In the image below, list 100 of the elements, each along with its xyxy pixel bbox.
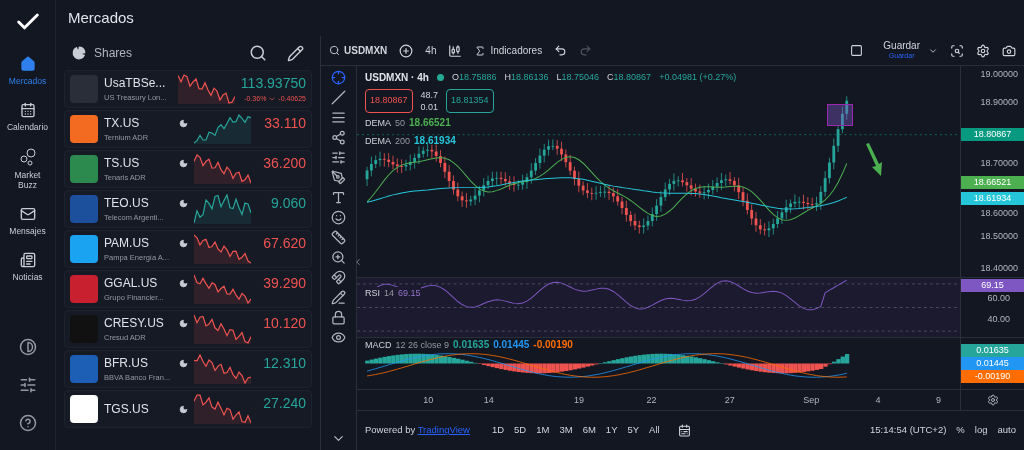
nodes-icon[interactable] <box>331 130 346 145</box>
macd-badge: 0.01445 <box>961 357 1024 370</box>
symbol-label: TS.US <box>104 155 140 173</box>
pencil-icon[interactable] <box>331 290 346 305</box>
page-title: Mercados <box>67 7 135 28</box>
rsi-badge: 69.15 <box>961 279 1024 292</box>
spread-value: 48.7 <box>420 89 439 101</box>
study-param: 12 26 close 9 <box>395 339 450 352</box>
lines-icon[interactable] <box>331 110 346 125</box>
price-value: 113.93750 <box>240 74 306 93</box>
study-value: 18.61934 <box>414 134 456 148</box>
study-value: -0.00190 <box>533 339 573 352</box>
time-tick: Sep <box>803 394 820 407</box>
undo-icon[interactable] <box>554 44 568 57</box>
market-row[interactable]: TGS.US 27.240 <box>64 390 312 428</box>
tradingview-link[interactable]: TradingView <box>417 424 470 436</box>
settings-icon[interactable] <box>976 43 990 58</box>
symbol-label: PAM.US <box>104 235 150 253</box>
range-button[interactable]: 3M <box>559 423 573 438</box>
price-value: 9.060 <box>270 194 306 213</box>
add-icon[interactable] <box>399 43 414 58</box>
macd-badge: 0.01635 <box>961 344 1024 357</box>
range-button[interactable]: 5Y <box>627 423 640 438</box>
sell-price[interactable]: 18.80867 <box>365 89 413 113</box>
macd-badge: -0.00190 <box>961 370 1024 383</box>
mail-icon <box>19 206 36 222</box>
spread-value: 0.01 <box>420 101 439 113</box>
layout-icon[interactable] <box>850 44 864 57</box>
nav-item[interactable]: Noticias <box>0 244 55 290</box>
camera-icon[interactable] <box>1002 43 1016 58</box>
calendar-icon <box>19 102 36 118</box>
lock-icon[interactable] <box>331 310 346 325</box>
symbol-label: GGAL.US <box>104 275 158 293</box>
arrow-drawing <box>863 142 884 178</box>
text-icon[interactable] <box>331 190 346 205</box>
sliders-icon[interactable] <box>18 376 37 394</box>
nav-item[interactable]: Calendario <box>0 94 55 140</box>
line-icon[interactable] <box>331 90 346 105</box>
bubbles-icon <box>18 148 37 166</box>
pie-chart-icon <box>72 46 86 60</box>
range-button[interactable]: 5D <box>514 423 527 438</box>
price-tick: 18.40000 <box>980 262 1018 275</box>
magnet-icon[interactable] <box>331 270 346 285</box>
contrast-icon[interactable] <box>18 338 37 356</box>
nav-item[interactable]: Market Buzz <box>0 140 55 198</box>
price-tick: 18.60000 <box>980 207 1018 220</box>
time-tick: 14 <box>483 394 494 407</box>
rsi-tick: 60.00 <box>987 292 1010 305</box>
interval-button[interactable]: 4h <box>425 43 437 58</box>
sliders-icon[interactable] <box>331 150 346 165</box>
indicators-button[interactable]: Indicadores <box>474 43 543 58</box>
price-value: 12.310 <box>263 354 306 373</box>
symbol-label: TX.US <box>104 115 140 133</box>
collapse-icon[interactable] <box>353 257 363 267</box>
price-tick: 18.90000 <box>980 96 1018 109</box>
scale-option[interactable]: log <box>974 423 988 438</box>
time-tick: 27 <box>724 394 735 407</box>
zoom-in-icon[interactable] <box>331 250 346 265</box>
highlight-rectangle <box>827 104 854 126</box>
time-tick: 4 <box>875 394 881 407</box>
range-button[interactable]: 1M <box>536 423 550 438</box>
smiley-icon[interactable] <box>331 210 346 225</box>
eye-icon[interactable] <box>331 330 346 345</box>
calendar-icon[interactable] <box>677 424 691 437</box>
ruler-icon[interactable] <box>331 230 346 245</box>
range-button[interactable]: 1D <box>491 423 505 438</box>
range-button[interactable]: All <box>649 423 660 438</box>
crosshair-icon[interactable] <box>331 70 346 85</box>
price-value: 36.200 <box>263 154 306 173</box>
price-value: 67.620 <box>263 234 306 253</box>
settings-icon[interactable] <box>986 394 999 406</box>
help-icon[interactable] <box>18 414 37 432</box>
buy-price[interactable]: 18.81354 <box>446 89 494 113</box>
study-value: 0.01635 <box>453 339 490 352</box>
price-badge: 18.80867 <box>961 128 1024 141</box>
ohlc-value: C18.80867 <box>607 70 652 84</box>
pen-icon[interactable] <box>331 170 346 185</box>
nav-item[interactable]: Mercados <box>0 48 55 94</box>
study-value: 69.15 <box>398 287 421 300</box>
study-name: DEMA <box>365 117 391 130</box>
powered-by-text: Powered by TradingView <box>365 423 470 438</box>
change-value: +0.04981 (+0.27%) <box>659 70 737 84</box>
edit-icon[interactable] <box>287 44 304 62</box>
category-label[interactable]: Shares <box>94 44 241 62</box>
clock-text: 15:14:54 (UTC+2) <box>870 423 947 438</box>
price-badge: 18.66521 <box>961 176 1024 189</box>
price-tick: 19.00000 <box>980 68 1018 81</box>
scale-option[interactable]: auto <box>997 423 1016 438</box>
candles-icon[interactable] <box>448 43 463 58</box>
time-tick: 9 <box>935 394 941 407</box>
nav-item[interactable]: Mensajes <box>0 198 55 244</box>
study-value: 18.66521 <box>409 117 451 130</box>
quick-search-icon[interactable] <box>950 43 964 58</box>
study-param: 14 <box>384 287 395 300</box>
range-button[interactable]: 1Y <box>605 423 618 438</box>
study-name: DEMA <box>365 134 391 148</box>
symbol-search[interactable]: USDMXN <box>329 43 388 58</box>
range-button[interactable]: 6M <box>582 423 596 438</box>
scale-option[interactable]: % <box>956 423 965 438</box>
search-icon[interactable] <box>249 44 267 62</box>
